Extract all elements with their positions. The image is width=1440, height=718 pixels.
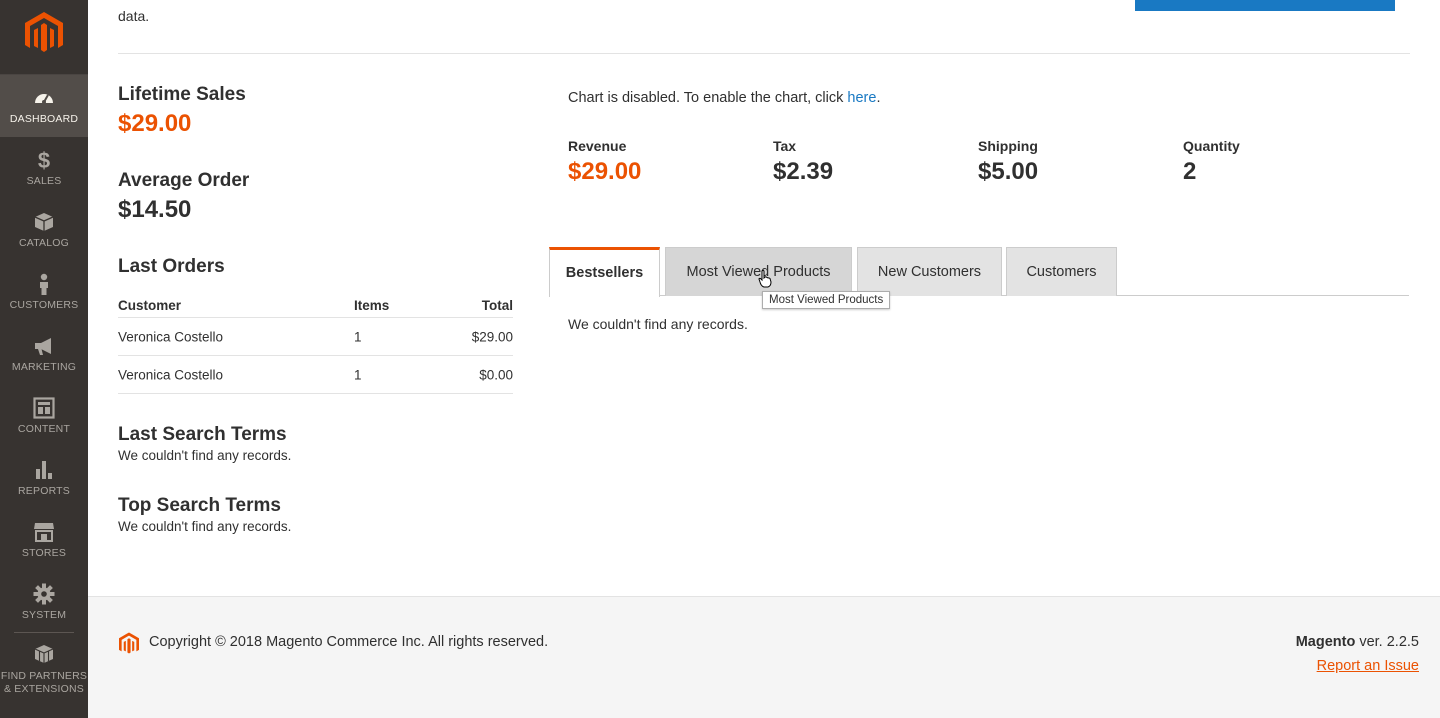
table-row[interactable]: Veronica Costello 1 $0.00 (118, 356, 513, 394)
tab-customers[interactable]: Customers (1006, 247, 1117, 296)
nav-label: DASHBOARD (9, 113, 79, 125)
reload-data-button[interactable] (1135, 0, 1395, 11)
person-icon (40, 273, 48, 295)
nav-label: SALES (26, 175, 62, 187)
nav-label: CATALOG (18, 237, 70, 249)
box-icon (34, 213, 54, 231)
nav-label: REPORTS (18, 485, 70, 497)
tab-empty-message: We couldn't find any records. (568, 316, 748, 332)
last-orders-table: Customer Items Total Veronica Costello 1… (118, 286, 513, 394)
cell-customer: Veronica Costello (118, 329, 224, 344)
top-search-empty: We couldn't find any records. (118, 519, 292, 534)
cell-items: 1 (354, 329, 362, 344)
header-total: Total (481, 298, 513, 313)
speedometer-icon (35, 94, 53, 104)
top-search-terms-title: Top Search Terms (118, 495, 281, 516)
copyright-text: Copyright © 2018 Magento Commerce Inc. A… (149, 634, 549, 650)
nav-label: STORES (21, 547, 67, 559)
dashboard-tabs: Bestsellers Most Viewed Products New Cus… (549, 247, 1409, 297)
dashboard-main: data. Lifetime Sales $29.00 Average Orde… (88, 0, 1440, 718)
nav-system[interactable]: SYSTEM (0, 571, 88, 633)
dollar-icon: $ (38, 149, 50, 171)
megaphone-icon (35, 338, 51, 355)
metric-revenue: Revenue $29.00 (568, 138, 768, 186)
lifetime-sales-title: Lifetime Sales (118, 84, 246, 105)
report-issue-link[interactable]: Report an Issue (1317, 658, 1419, 674)
brand-name: Magento (1295, 634, 1356, 650)
magento-logo-icon (119, 632, 139, 654)
metric-value: $2.39 (773, 158, 834, 185)
version-text: Magento ver. 2.2.5 (1296, 634, 1419, 650)
version-number: ver. 2.2.5 (1355, 634, 1419, 650)
hand-pointer-icon (758, 270, 772, 288)
nav-marketing[interactable]: MARKETING (0, 323, 88, 385)
metric-label: Revenue (568, 138, 627, 154)
cell-total: $0.00 (479, 367, 513, 382)
nav-content[interactable]: CONTENT (0, 385, 88, 447)
tab-tooltip: Most Viewed Products (762, 291, 891, 309)
nav-find-partners[interactable]: FIND PARTNERS & EXTENSIONS (0, 638, 88, 700)
nav-sales[interactable]: $ SALES (0, 137, 88, 199)
store-icon (34, 523, 54, 542)
metric-label: Shipping (978, 138, 1038, 154)
cell-total: $29.00 (471, 329, 513, 344)
nav-catalog[interactable]: CATALOG (0, 199, 88, 261)
sidebar-divider (14, 632, 74, 633)
gear-icon (33, 583, 55, 605)
average-order-title: Average Order (118, 170, 250, 191)
table-row[interactable]: Veronica Costello 1 $29.00 (118, 318, 513, 356)
nav-label: CUSTOMERS (9, 299, 79, 311)
average-order-value: $14.50 (118, 196, 192, 223)
nav-label: MARKETING (11, 361, 77, 373)
last-search-empty: We couldn't find any records. (118, 448, 292, 463)
cell-customer: Veronica Costello (118, 367, 224, 382)
lifetime-sales-value: $29.00 (118, 110, 192, 137)
admin-sidebar: DASHBOARD $ SALES CATALOG CUSTOMERS MARK… (0, 0, 88, 718)
header-divider (118, 53, 1410, 54)
metric-shipping: Shipping $5.00 (978, 138, 1178, 186)
nav-label: SYSTEM (21, 609, 67, 621)
metric-label: Tax (773, 138, 797, 154)
metric-value: $29.00 (568, 158, 642, 185)
metric-value: 2 (1183, 158, 1197, 185)
chart-message-suffix: . (876, 90, 881, 106)
header-items: Items (354, 298, 390, 313)
table-header: Customer Items Total (118, 286, 513, 318)
tab-bestsellers[interactable]: Bestsellers (549, 247, 660, 297)
metric-tax: Tax $2.39 (773, 138, 973, 186)
nav-customers[interactable]: CUSTOMERS (0, 261, 88, 323)
magento-logo-icon[interactable] (25, 12, 63, 54)
metric-value: $5.00 (978, 158, 1039, 185)
nav-label: CONTENT (17, 423, 71, 435)
cubes-icon (34, 645, 54, 663)
nav-dashboard[interactable]: DASHBOARD (0, 75, 88, 137)
chart-message-text: Chart is disabled. To enable the chart, … (568, 90, 848, 106)
nav-stores[interactable]: STORES (0, 509, 88, 571)
cell-items: 1 (354, 367, 362, 382)
chart-disabled-message: Chart is disabled. To enable the chart, … (568, 90, 880, 106)
last-search-terms-title: Last Search Terms (118, 424, 287, 445)
nav-label: & EXTENSIONS (3, 683, 84, 695)
page-footer: Copyright © 2018 Magento Commerce Inc. A… (88, 596, 1440, 718)
svg-text:$: $ (38, 149, 50, 171)
nav-label: FIND PARTNERS (0, 670, 88, 682)
metric-label: Quantity (1183, 138, 1240, 154)
intro-text-tail: data. (118, 8, 150, 24)
tab-new-customers[interactable]: New Customers (857, 247, 1002, 296)
last-orders-title: Last Orders (118, 256, 225, 277)
enable-chart-link[interactable]: here (847, 90, 876, 106)
layout-icon (33, 397, 55, 419)
header-customer: Customer (118, 298, 182, 313)
nav-reports[interactable]: REPORTS (0, 447, 88, 509)
bar-chart-icon (36, 461, 52, 479)
metric-quantity: Quantity 2 (1183, 138, 1383, 186)
